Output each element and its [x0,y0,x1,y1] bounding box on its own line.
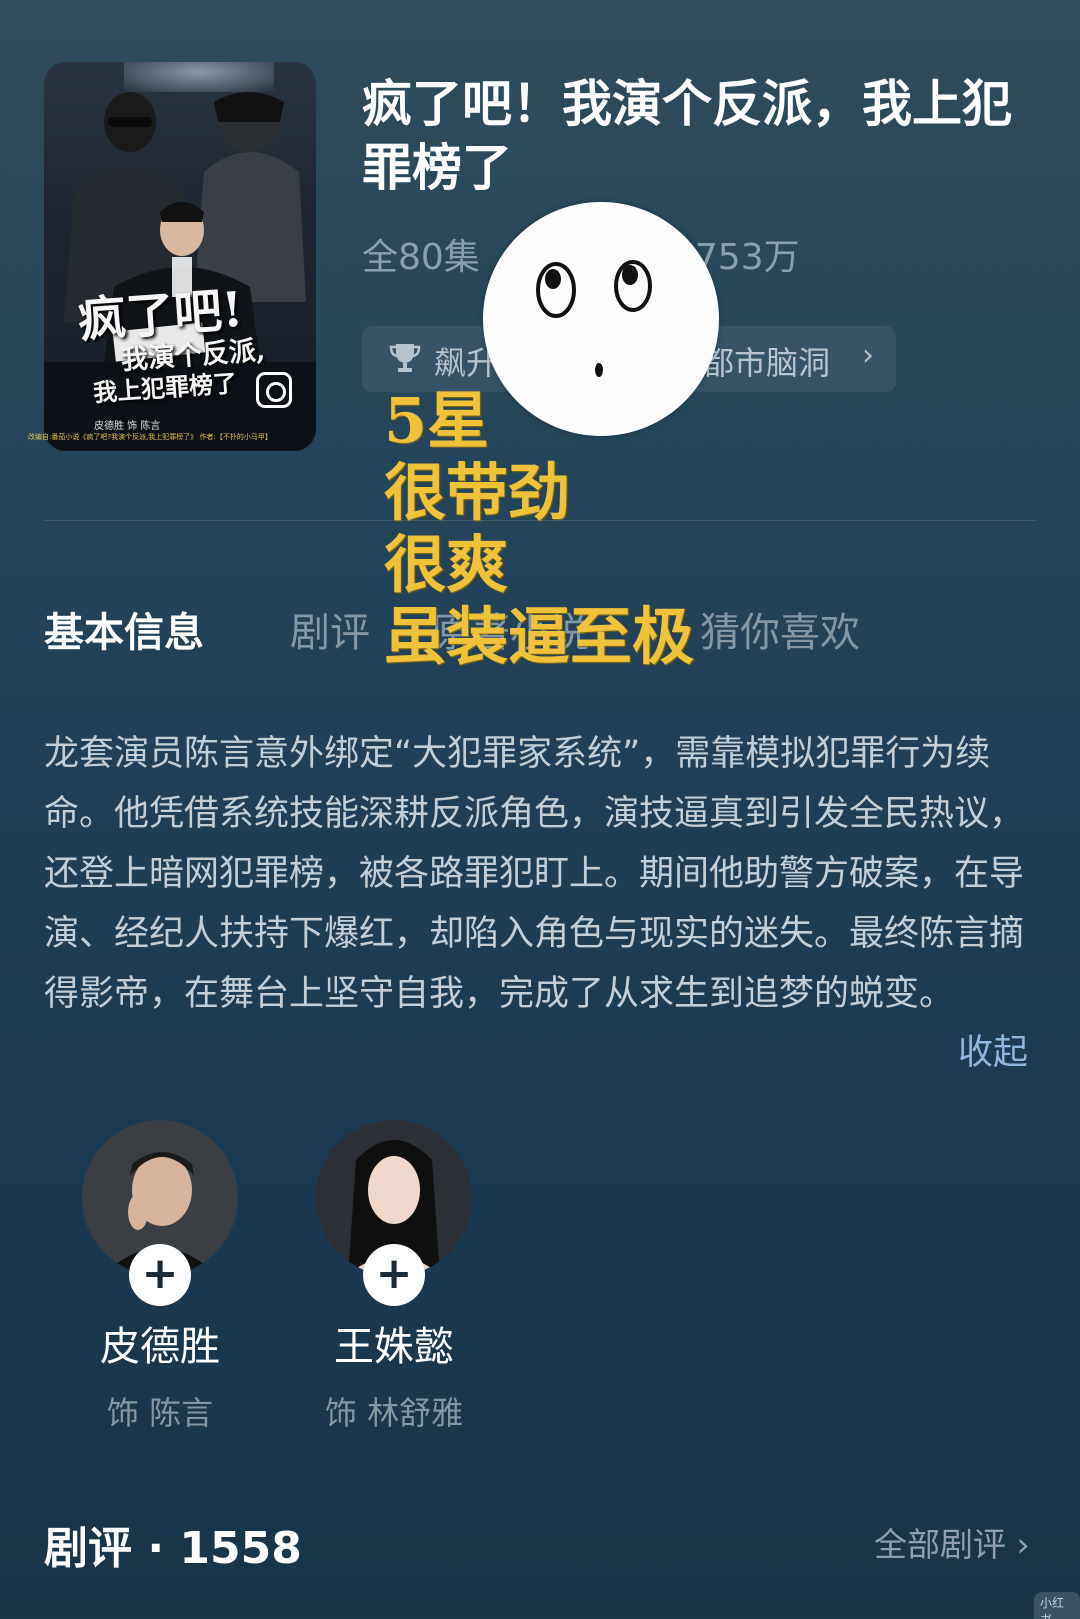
tab-basic-info[interactable]: 基本信息 [44,600,204,658]
cast-name: 皮德胜 [100,1324,220,1370]
reviews-header: 剧评 · 1558 [44,1523,302,1574]
cast-member[interactable]: + 王姝懿 饰 林舒雅 [294,1120,494,1434]
episode-count: 全80集 [362,237,480,278]
all-reviews-link[interactable]: 全部剧评 › [874,1518,1030,1566]
cast-role: 饰 陈言 [106,1394,214,1432]
chevron-right-icon: › [862,338,874,373]
overlay-line: 5星 [384,384,490,457]
overlay-line: 很爽 [384,528,509,601]
follow-button[interactable]: + [129,1244,191,1306]
handwritten-overlay: 5星 很带劲 很爽 虽装逼至极 [384,385,694,673]
cast-member[interactable]: + 皮德胜 饰 陈言 [60,1120,260,1434]
overlay-line: 很带劲 [384,456,571,529]
watermark: 小红书 [1034,1592,1080,1619]
drama-meta: 全80集 5753万 [362,228,800,280]
avatar[interactable]: + [316,1120,472,1306]
avatar[interactable]: + [82,1120,238,1306]
trophy-icon [389,344,421,372]
poster-source-credit: 改编自:番茄小说《疯了吧?我演个反派,我上犯罪榜了》 作者:【不扑的小马甲】 [28,433,272,441]
tab-reviews[interactable]: 剧评 [290,600,370,658]
drama-title: 疯了吧！我演个反派，我上犯罪榜了 [362,75,1012,197]
genre-tag: 都市脑洞 [702,344,831,382]
tab-recommendations[interactable]: 猜你喜欢 [700,600,860,658]
collapse-link[interactable]: 收起 [958,1024,1028,1075]
poster-gallery-icon[interactable] [256,372,292,408]
overlay-line: 虽装逼至极 [384,600,695,673]
cast-name: 王姝懿 [334,1324,454,1370]
cast-role: 饰 林舒雅 [324,1394,464,1432]
follow-button[interactable]: + [363,1244,425,1306]
synopsis-text: 龙套演员陈言意外绑定“大犯罪家系统”，需靠模拟犯罪行为续命。他凭借系统技能深耕反… [44,734,1025,1014]
poster-credit: 皮德胜 饰 陈言 [94,421,161,432]
